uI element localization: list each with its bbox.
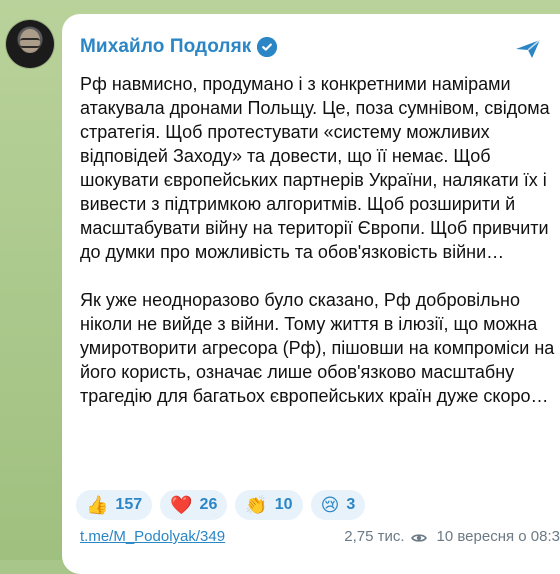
crying-face-icon: 😢: [320, 495, 340, 515]
reactions-bar: 👍 157 ❤️ 26 👏 10 😢 3: [76, 490, 366, 520]
views-count: 2,75 тис.: [344, 528, 405, 545]
message-text: Рф навмисно, продумано і з конкретними н…: [80, 72, 560, 408]
message-date: 10 вересня о 08:3: [436, 528, 560, 545]
channel-avatar[interactable]: [6, 20, 54, 68]
message-footer: t.me/M_Podolyak/349 2,75 тис. 10 вересня…: [80, 528, 560, 545]
thumbs-up-icon: 👍: [86, 495, 109, 515]
reaction-count: 10: [274, 496, 293, 513]
verified-badge-icon: [257, 37, 278, 57]
message-paragraph-1: Рф навмисно, продумано і з конкретними н…: [80, 74, 550, 262]
share-icon[interactable]: [514, 38, 542, 60]
reaction-clap[interactable]: 👏 10: [235, 490, 303, 520]
avatar-glasses: [20, 38, 40, 48]
reaction-count: 26: [199, 496, 218, 513]
post-link[interactable]: t.me/M_Podolyak/349: [80, 528, 225, 545]
views-counter: 2,75 тис.: [344, 528, 427, 545]
eye-icon: [410, 531, 427, 543]
heart-icon: ❤️: [170, 495, 193, 515]
channel-name[interactable]: Михайло Подоляк: [80, 36, 251, 58]
clapping-hands-icon: 👏: [245, 495, 268, 515]
reaction-sad[interactable]: 😢 3: [310, 490, 366, 520]
reaction-like[interactable]: 👍 157: [76, 490, 153, 520]
reaction-count: 157: [115, 496, 143, 513]
message-header: Михайло Подоляк: [80, 36, 278, 58]
reaction-count: 3: [346, 496, 356, 513]
message-bubble: Михайло Подоляк Рф навмисно, продумано і…: [62, 14, 560, 574]
message-paragraph-2: Як уже неодноразово було сказано, Рф доб…: [80, 290, 555, 406]
reaction-heart[interactable]: ❤️ 26: [160, 490, 228, 520]
